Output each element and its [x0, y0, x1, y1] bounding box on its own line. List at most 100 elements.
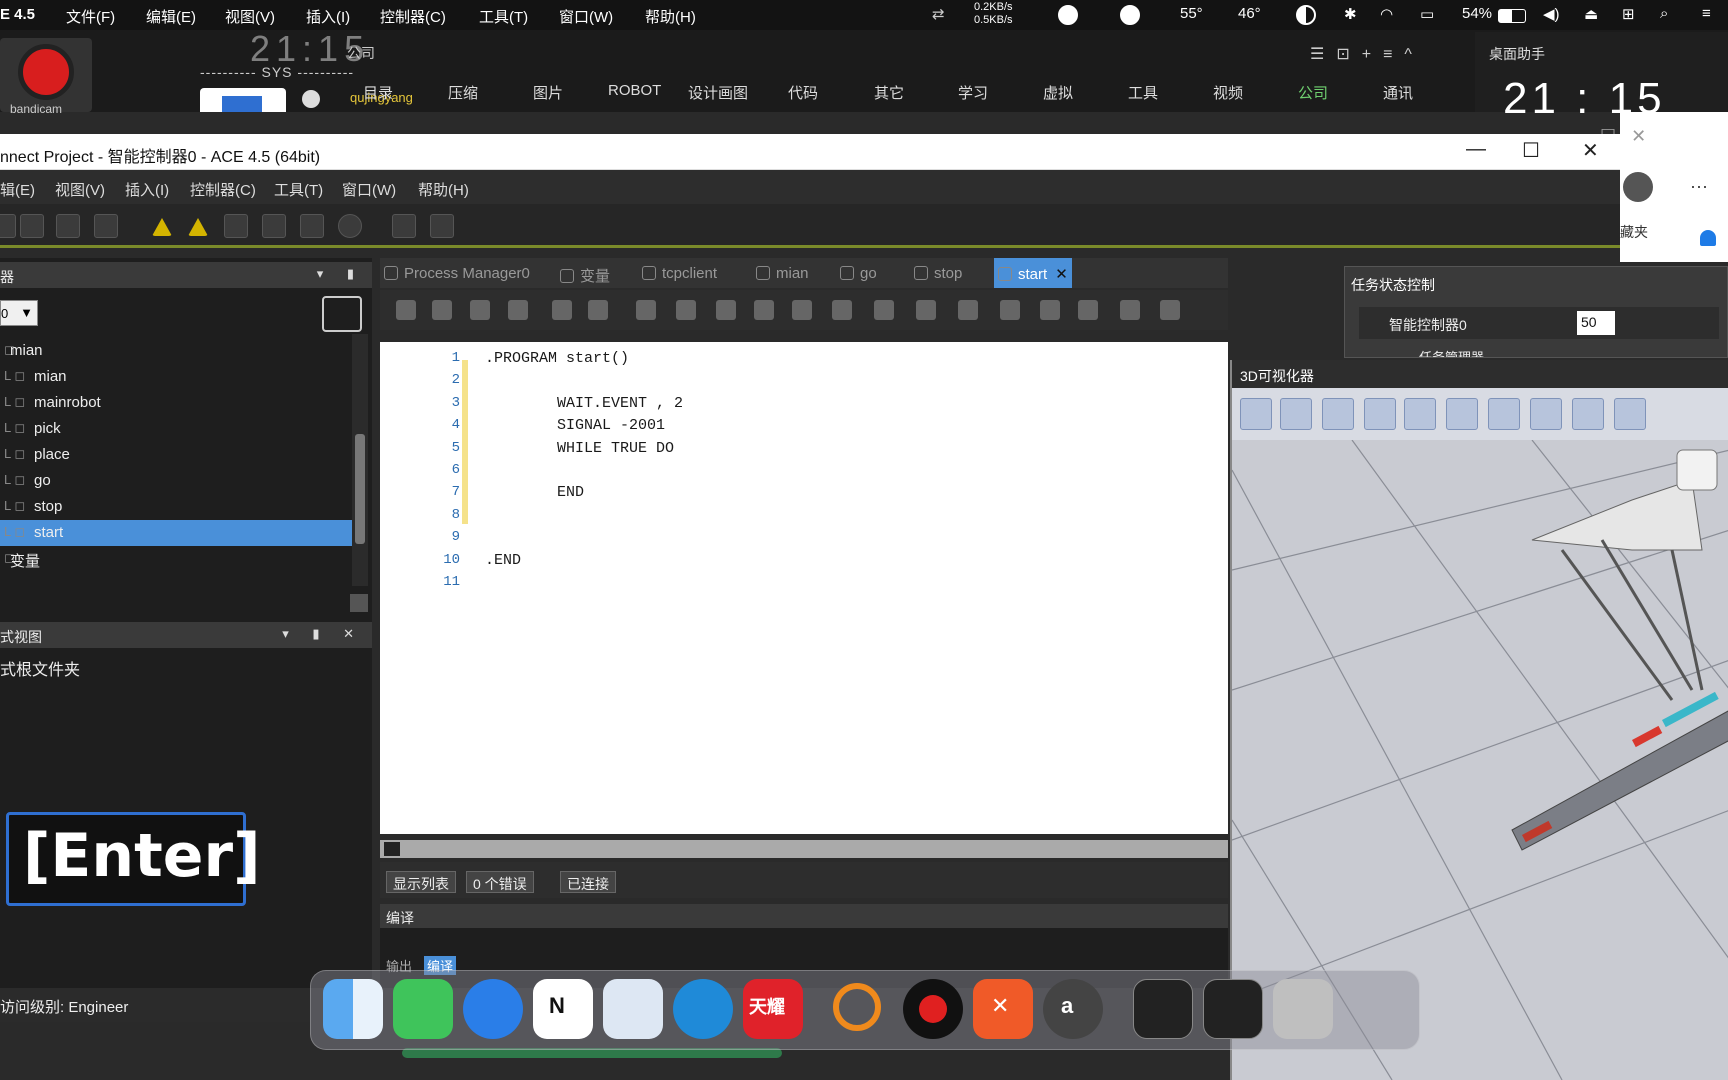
- editor-tool-button[interactable]: [1078, 300, 1098, 320]
- editor-tool-button[interactable]: [676, 300, 696, 320]
- speed-input[interactable]: 50: [1577, 311, 1615, 335]
- mac-menu-help[interactable]: 帮助(H): [645, 6, 696, 27]
- mac-menu-tools[interactable]: 工具(T): [479, 6, 528, 27]
- code-line[interactable]: SIGNAL -2001: [485, 417, 665, 434]
- menu-view[interactable]: 视图(V): [55, 179, 105, 200]
- menu-help[interactable]: 帮助(H): [418, 179, 469, 200]
- tree-item[interactable]: L ◻ mian: [0, 364, 352, 390]
- tree-item[interactable]: L ◻ go: [0, 468, 352, 494]
- chat-app-icon[interactable]: [463, 979, 523, 1039]
- bluetooth-icon[interactable]: ✱: [1344, 5, 1357, 23]
- bookmark-item[interactable]: 虚拟: [1043, 82, 1073, 103]
- toolbar-button[interactable]: [20, 214, 44, 238]
- volume-icon[interactable]: ◀): [1543, 5, 1560, 23]
- close-icon[interactable]: ✕: [1055, 266, 1068, 283]
- avatar[interactable]: [1623, 172, 1653, 202]
- tree-item[interactable]: L ◻ start: [0, 520, 352, 546]
- edge-icon[interactable]: [673, 979, 733, 1039]
- bookmark-item[interactable]: 设计画图: [688, 82, 748, 103]
- editor-tool-button[interactable]: [716, 300, 736, 320]
- toolbar-button[interactable]: [430, 214, 454, 238]
- code-line[interactable]: END: [485, 484, 584, 501]
- tab-doc[interactable]: tcpclient: [642, 258, 717, 288]
- search-icon[interactable]: ⌕: [1660, 5, 1668, 22]
- tree-scrollbar[interactable]: [352, 334, 368, 586]
- tab-doc[interactable]: go: [840, 258, 877, 288]
- bookmark-item[interactable]: 其它: [874, 82, 904, 103]
- desktop-assistant[interactable]: 桌面助手 21 : 15: [1475, 32, 1728, 123]
- controller-combo[interactable]: 0 ▼: [0, 300, 38, 326]
- code-line[interactable]: .PROGRAM start(): [485, 350, 629, 367]
- viz-tool-button[interactable]: [1614, 398, 1646, 430]
- cloud-app-icon[interactable]: 天耀: [743, 979, 803, 1039]
- editor-tool-button[interactable]: [1040, 300, 1060, 320]
- toolbar-button[interactable]: [262, 214, 286, 238]
- editor-tool-button[interactable]: [588, 300, 608, 320]
- editor-tool-button[interactable]: [552, 300, 572, 320]
- tab-doc[interactable]: Process Manager0: [384, 258, 530, 288]
- windows-logo-icon[interactable]: [200, 88, 286, 112]
- xmind-icon[interactable]: ✕: [973, 979, 1033, 1039]
- trash-icon[interactable]: [1273, 979, 1333, 1039]
- bookmark-item[interactable]: ROBOT: [608, 82, 661, 99]
- tree-item[interactable]: ◻ 变量: [0, 546, 352, 572]
- mac-menu-controller[interactable]: 控制器(C): [380, 6, 446, 27]
- show-list-button[interactable]: 显示列表: [386, 871, 456, 893]
- viz-tool-button[interactable]: [1240, 398, 1272, 430]
- input-method-icon[interactable]: ⊞: [1622, 5, 1635, 23]
- viz-tool-button[interactable]: [1446, 398, 1478, 430]
- viz-tool-button[interactable]: [1364, 398, 1396, 430]
- tab-doc[interactable]: stop: [914, 258, 962, 288]
- toolbar-button[interactable]: [224, 214, 248, 238]
- scroll-button[interactable]: [384, 842, 400, 856]
- editor-hscroll[interactable]: [380, 840, 1228, 858]
- bookmark-item[interactable]: 目录: [363, 82, 393, 103]
- wifi-icon[interactable]: ◠: [1380, 5, 1393, 23]
- bookmark-item[interactable]: 工具: [1128, 82, 1158, 103]
- magnifier-app-icon[interactable]: [833, 983, 881, 1031]
- a-app-icon[interactable]: a: [1043, 979, 1103, 1039]
- bell-icon[interactable]: [1700, 230, 1716, 246]
- preview-icon[interactable]: [603, 979, 663, 1039]
- bookmark-item[interactable]: 压缩: [448, 82, 478, 103]
- code-area[interactable]: 1 .PROGRAM start() 2 3 WAIT.EVENT , 2 4 SIGN…: [380, 342, 1228, 834]
- close-button[interactable]: ✕: [1582, 138, 1599, 163]
- eject-icon[interactable]: ⏏: [1584, 5, 1598, 23]
- menu-insert[interactable]: 插入(I): [125, 179, 169, 200]
- viz-tool-button[interactable]: [1530, 398, 1562, 430]
- tree-item[interactable]: ◻ mian: [0, 338, 352, 364]
- pin-icon[interactable]: [350, 594, 368, 612]
- finder-icon[interactable]: [323, 979, 383, 1039]
- toolbar-button[interactable]: [94, 214, 118, 238]
- mac-menu-insert[interactable]: 插入(I): [306, 6, 350, 27]
- scroll-thumb[interactable]: [355, 434, 365, 544]
- tab-doc[interactable]: mian: [756, 258, 809, 288]
- editor-tool-button[interactable]: [508, 300, 528, 320]
- menu-controller[interactable]: 控制器(C): [190, 179, 256, 200]
- minimize-button[interactable]: —: [1466, 138, 1486, 161]
- refresh-icon[interactable]: [338, 214, 362, 238]
- bookmark-item[interactable]: 代码: [788, 82, 818, 103]
- window-thumb-icon[interactable]: [1133, 979, 1193, 1039]
- tree-item[interactable]: L ◻ place: [0, 442, 352, 468]
- viz-tool-button[interactable]: [1280, 398, 1312, 430]
- toolbar-button[interactable]: [392, 214, 416, 238]
- connected-button[interactable]: 已连接: [560, 871, 616, 893]
- editor-tool-button[interactable]: [470, 300, 490, 320]
- mac-menu-file[interactable]: 文件(F): [66, 6, 115, 27]
- tree-item[interactable]: L ◻ stop: [0, 494, 352, 520]
- error-count-button[interactable]: 0 个错误: [466, 871, 534, 893]
- control-center-icon[interactable]: ≡: [1702, 5, 1711, 22]
- viz-tool-button[interactable]: [1572, 398, 1604, 430]
- maximize-button[interactable]: ☐: [1522, 138, 1540, 163]
- editor-tool-button[interactable]: [916, 300, 936, 320]
- editor-tool-button[interactable]: [754, 300, 774, 320]
- tree-item[interactable]: L ◻ pick: [0, 416, 352, 442]
- bandicam-widget[interactable]: bandicam: [0, 38, 92, 116]
- bookmark-item[interactable]: 视频: [1213, 82, 1243, 103]
- warning-icon[interactable]: [152, 218, 172, 236]
- tab-active[interactable]: start ✕: [994, 258, 1072, 288]
- menu-window[interactable]: 窗口(W): [342, 179, 396, 200]
- editor-tool-button[interactable]: [874, 300, 894, 320]
- mac-menu-edit[interactable]: 编辑(E): [146, 6, 196, 27]
